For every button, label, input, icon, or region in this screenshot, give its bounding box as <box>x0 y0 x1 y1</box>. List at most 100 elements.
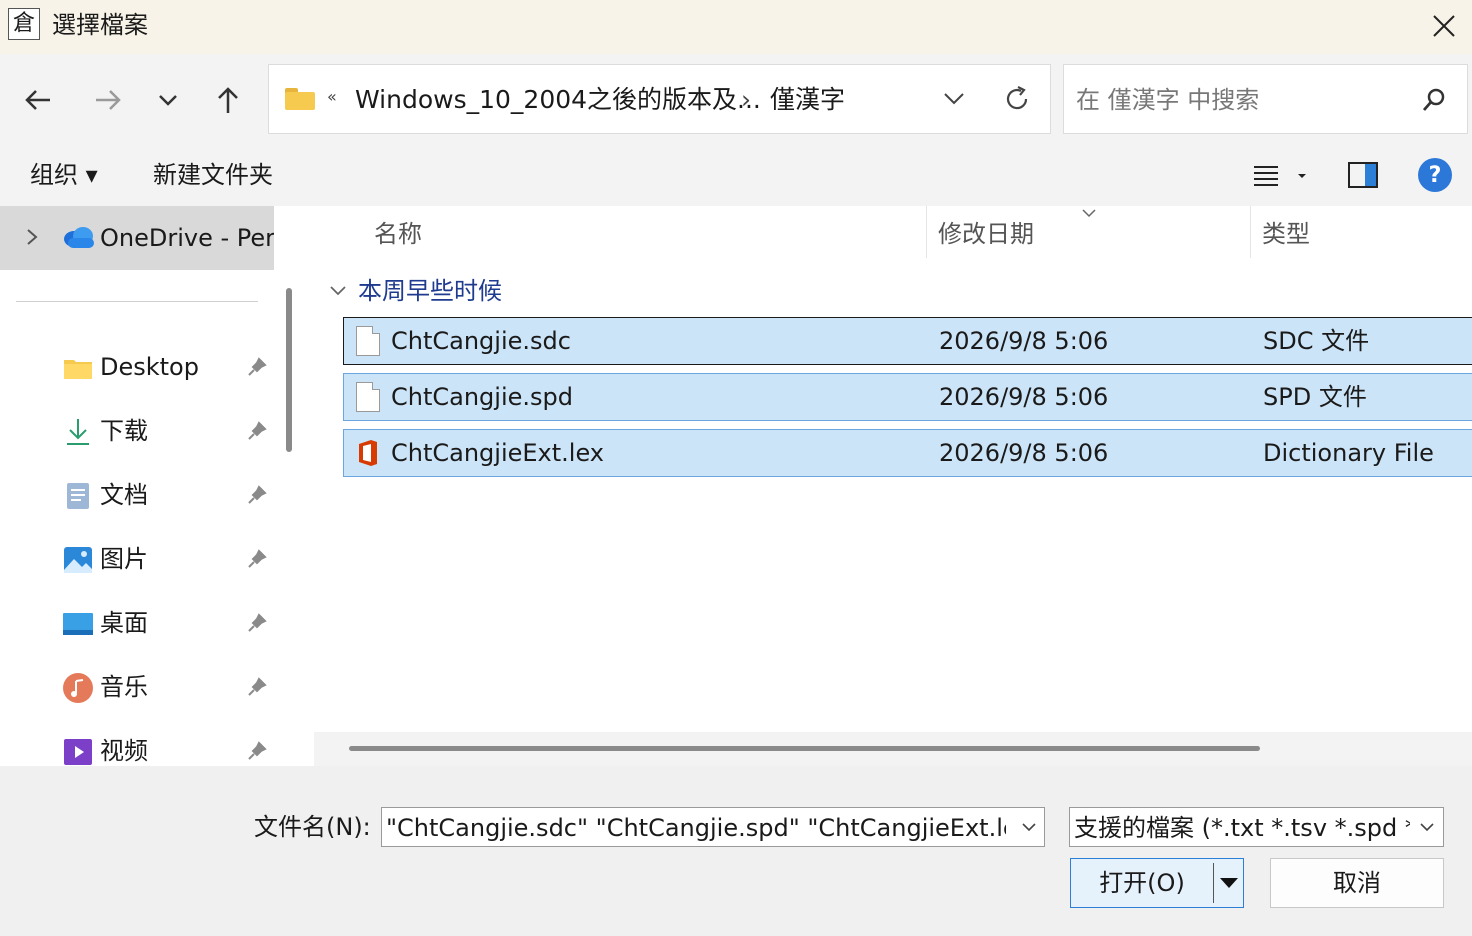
generic-file-icon <box>356 326 380 356</box>
sort-descending-icon <box>1080 206 1098 220</box>
chevron-down-icon <box>1420 823 1434 832</box>
column-header-name[interactable]: 名称 <box>374 217 422 251</box>
back-button[interactable] <box>18 80 58 120</box>
music-icon <box>62 672 94 704</box>
open-button[interactable]: 打开(O) <box>1070 858 1244 908</box>
breadcrumb-overflow[interactable]: « <box>327 87 337 106</box>
breadcrumb-item-current[interactable]: 僅漢字 <box>770 83 845 117</box>
refresh-icon <box>1006 86 1028 110</box>
download-icon <box>62 416 94 448</box>
organize-menu-button[interactable]: 组织 ▾ <box>30 158 98 192</box>
sidebar-item-music[interactable]: 音乐 <box>0 660 274 716</box>
sidebar-item-onedrive[interactable]: OneDrive - Personal <box>0 206 274 270</box>
preview-pane-button[interactable] <box>1348 162 1378 188</box>
video-icon <box>62 736 94 766</box>
file-type-filter-select[interactable]: 支援的檔案 (*.txt *.tsv *.spd *.lex) <box>1069 807 1444 847</box>
folder-icon <box>62 352 94 384</box>
horizontal-scrollbar[interactable] <box>314 732 1472 766</box>
navigation-bar: « Windows_10_2004之後的版本及... › 僅漢字 在 僅漢字 中… <box>0 54 1472 146</box>
file-list: 名称 修改日期 类型 本周早些时候 ChtCangjie.sdc 2026/9/… <box>314 206 1472 766</box>
document-icon <box>62 480 94 512</box>
onedrive-cloud-icon <box>62 226 96 248</box>
pin-icon[interactable] <box>244 482 270 508</box>
file-name: ChtCangjie.sdc <box>391 327 571 355</box>
chevron-down-icon <box>944 93 964 105</box>
open-button-label: 打开(O) <box>1099 869 1185 897</box>
chevron-down-icon <box>159 95 177 106</box>
filename-label: 文件名(N): <box>254 813 371 841</box>
title-bar: 倉 選擇檔案 <box>0 0 1472 54</box>
recent-locations-button[interactable] <box>148 80 188 120</box>
sidebar-item-documents[interactable]: 文档 <box>0 468 274 524</box>
file-date: 2026/9/8 5:06 <box>939 327 1109 355</box>
cancel-button[interactable]: 取消 <box>1270 858 1444 908</box>
collapse-chevron-icon[interactable] <box>328 280 348 302</box>
open-options-dropdown-button[interactable] <box>1219 873 1239 893</box>
column-header-date[interactable]: 修改日期 <box>938 217 1034 251</box>
column-divider[interactable] <box>1250 206 1251 258</box>
sidebar-item-label: 下载 <box>100 417 148 445</box>
window-title: 選擇檔案 <box>52 11 148 39</box>
file-type-filter-value: 支援的檔案 (*.txt *.tsv *.spd *.lex) <box>1074 814 1410 842</box>
filename-dropdown-button[interactable] <box>1018 816 1040 838</box>
address-dropdown-button[interactable] <box>939 83 969 113</box>
address-bar[interactable]: « Windows_10_2004之後的版本及... › 僅漢字 <box>268 64 1051 134</box>
sidebar-item-desktop-zh[interactable]: 桌面 <box>0 596 274 652</box>
scrollbar-thumb[interactable] <box>349 746 1260 751</box>
chevron-down-icon <box>1022 823 1036 832</box>
sidebar-item-label: 视频 <box>100 737 148 765</box>
column-divider[interactable] <box>926 206 927 258</box>
file-row[interactable]: ChtCangjie.sdc 2026/9/8 5:06 SDC 文件 <box>343 317 1472 365</box>
sidebar-item-label: 音乐 <box>100 673 148 701</box>
pin-icon[interactable] <box>244 674 270 700</box>
sidebar-item-label: 桌面 <box>100 609 148 637</box>
generic-file-icon <box>356 382 380 412</box>
pictures-icon <box>62 544 94 576</box>
sidebar-item-label: 图片 <box>100 545 148 573</box>
split-divider <box>1213 863 1214 903</box>
file-name: ChtCangjie.spd <box>391 383 573 411</box>
file-type: SDC 文件 <box>1263 327 1370 355</box>
file-row[interactable]: ChtCangjie.spd 2026/9/8 5:06 SPD 文件 <box>343 373 1472 421</box>
close-button[interactable] <box>1422 6 1466 46</box>
sidebar-item-pictures[interactable]: 图片 <box>0 532 274 588</box>
file-type: SPD 文件 <box>1263 383 1367 411</box>
command-bar: 组织 ▾ 新建文件夹 ? <box>0 146 1472 206</box>
column-header-type[interactable]: 类型 <box>1262 217 1310 251</box>
file-date: 2026/9/8 5:06 <box>939 383 1109 411</box>
breadcrumb-item[interactable]: Windows_10_2004之後的版本及... <box>355 83 761 117</box>
help-button[interactable]: ? <box>1418 158 1452 192</box>
list-view-icon <box>1254 166 1306 186</box>
new-folder-button[interactable]: 新建文件夹 <box>153 158 273 192</box>
forward-button[interactable] <box>88 80 128 120</box>
column-headers: 名称 修改日期 类型 <box>314 206 1472 262</box>
expand-chevron-icon[interactable] <box>20 224 44 250</box>
up-button[interactable] <box>208 80 248 120</box>
pin-icon[interactable] <box>244 738 270 764</box>
filter-dropdown-button[interactable] <box>1416 816 1438 838</box>
sidebar-item-downloads[interactable]: 下载 <box>0 404 274 460</box>
view-options-button[interactable] <box>1252 160 1316 190</box>
filename-input[interactable]: "ChtCangjie.sdc" "ChtCangjie.spd" "ChtCa… <box>386 811 1006 845</box>
sidebar-item-label: 文档 <box>100 481 148 509</box>
dialog-footer: 文件名(N): "ChtCangjie.sdc" "ChtCangjie.spd… <box>0 766 1472 936</box>
folder-icon <box>285 88 315 110</box>
pin-icon[interactable] <box>244 418 270 444</box>
sidebar-item-label: Desktop <box>100 353 199 381</box>
desktop-icon <box>62 608 94 640</box>
pin-icon[interactable] <box>244 546 270 572</box>
filename-combobox[interactable]: "ChtCangjie.sdc" "ChtCangjie.spd" "ChtCa… <box>381 807 1045 847</box>
sidebar-divider <box>16 301 258 302</box>
search-input[interactable]: 在 僅漢字 中搜索 <box>1076 83 1259 117</box>
arrow-right-icon <box>96 90 121 110</box>
file-row[interactable]: ChtCangjieExt.lex 2026/9/8 5:06 Dictiona… <box>343 429 1472 477</box>
refresh-button[interactable] <box>999 81 1035 117</box>
sidebar-scrollbar[interactable] <box>286 288 292 452</box>
pin-icon[interactable] <box>244 354 270 380</box>
search-button[interactable] <box>1419 85 1449 115</box>
pin-icon[interactable] <box>244 610 270 636</box>
sidebar-item-desktop[interactable]: Desktop <box>0 340 274 396</box>
search-box[interactable]: 在 僅漢字 中搜索 <box>1063 64 1468 134</box>
breadcrumb-separator[interactable]: › <box>741 83 751 117</box>
sidebar-item-videos[interactable]: 视频 <box>0 724 274 766</box>
